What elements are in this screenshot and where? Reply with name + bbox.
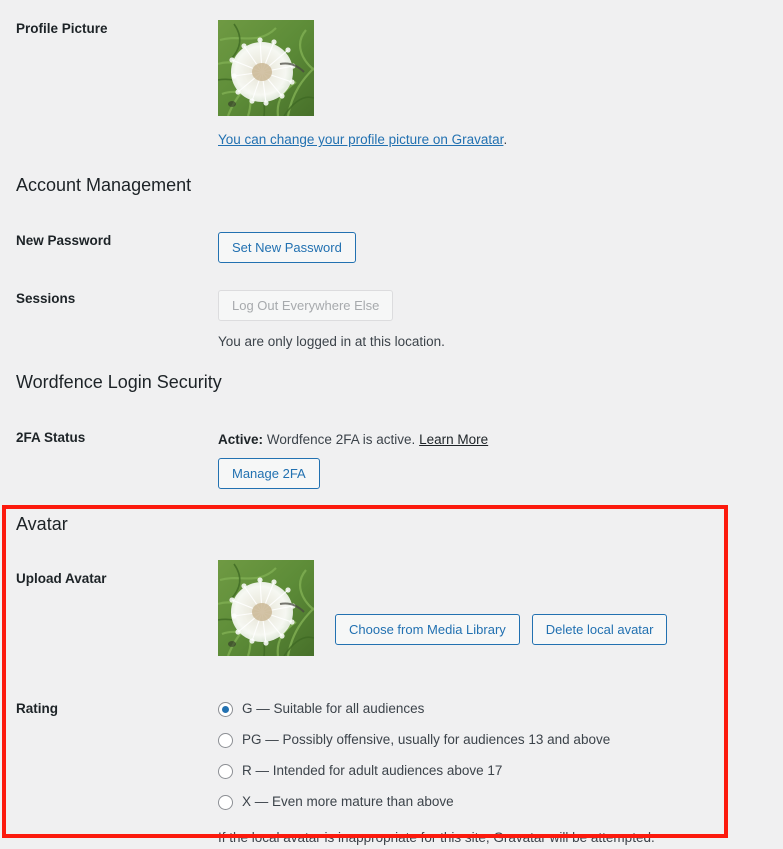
twofa-status-label: 2FA Status [16,430,86,445]
sessions-description: You are only logged in at this location. [218,334,445,349]
twofa-status-field: Active: Wordfence 2FA is active. Learn M… [218,429,783,490]
profile-picture-field: You can change your profile picture on G… [218,20,783,150]
delete-local-avatar-button[interactable]: Delete local avatar [531,613,668,645]
upload-avatar-field: Choose from Media Library Delete local a… [218,560,783,656]
twofa-learn-more-link[interactable]: Learn More [419,432,488,447]
rating-option-pg[interactable]: PG — Possibly offensive, usually for aud… [218,725,783,756]
twofa-status-row: 2FA Status Active: Wordfence 2FA is acti… [0,429,783,490]
twofa-status-text-line: Active: Wordfence 2FA is active. Learn M… [218,429,783,450]
rating-field: G — Suitable for all audiences PG — Poss… [218,694,783,848]
sessions-field: Log Out Everywhere Else You are only log… [218,290,783,352]
wordfence-login-security-heading: Wordfence Login Security [16,372,222,392]
account-management-heading: Account Management [16,175,192,195]
gravatar-link-wrap: You can change your profile picture on G… [218,129,783,150]
radio-icon-r[interactable] [218,764,233,779]
radio-icon-g[interactable] [218,702,233,717]
twofa-status-prefix: Active: [218,432,264,447]
set-new-password-button[interactable]: Set New Password [218,232,356,263]
manage-2fa-button[interactable]: Manage 2FA [218,458,320,490]
sessions-label: Sessions [16,291,76,306]
rating-description: If the local avatar is inappropriate for… [218,830,655,845]
rating-option-g[interactable]: G — Suitable for all audiences [218,694,783,725]
sessions-row: Sessions Log Out Everywhere Else You are… [0,290,783,352]
new-password-row: New Password Set New Password [0,232,783,263]
radio-icon-pg[interactable] [218,733,233,748]
log-out-everywhere-else-button[interactable]: Log Out Everywhere Else [218,290,394,321]
rating-option-r[interactable]: R — Intended for adult audiences above 1… [218,756,783,787]
rating-label: Rating [16,701,58,716]
upload-avatar-label: Upload Avatar [16,571,107,586]
rating-option-pg-label[interactable]: PG — Possibly offensive, usually for aud… [242,730,610,750]
rating-option-x[interactable]: X — Even more mature than above [218,787,783,818]
choose-from-media-library-button[interactable]: Choose from Media Library [335,613,520,645]
new-password-field: Set New Password [218,232,783,263]
avatar-heading: Avatar [16,514,68,534]
radio-icon-x[interactable] [218,795,233,810]
rating-option-x-label[interactable]: X — Even more mature than above [242,792,454,812]
rating-option-g-label[interactable]: G — Suitable for all audiences [242,699,424,719]
upload-avatar-preview [218,560,314,656]
avatar-action-buttons: Choose from Media Library Delete local a… [335,613,668,645]
dandelion-seed-head-icon [218,560,314,656]
rating-row: Rating G — Suitable for all audiences PG… [0,694,783,848]
rating-option-r-label[interactable]: R — Intended for adult audiences above 1… [242,761,502,781]
dandelion-seed-head-icon [218,20,314,116]
upload-avatar-row: Upload Avatar Choose from Media Library … [0,560,783,656]
twofa-status-text: Wordfence 2FA is active. [266,432,416,447]
profile-picture-row: Profile Picture You can change your prof… [0,20,783,150]
profile-settings-page: Profile Picture You can change your prof… [0,0,783,849]
gravatar-change-link[interactable]: You can change your profile picture on G… [218,132,503,147]
profile-picture-label: Profile Picture [16,21,108,36]
new-password-label: New Password [16,233,112,248]
gravatar-link-period: . [503,132,508,147]
profile-picture-avatar [218,20,314,116]
